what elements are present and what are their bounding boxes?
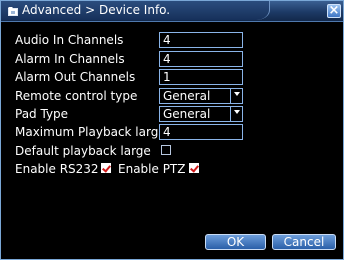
select-divider	[230, 107, 231, 121]
title-bar: Advanced > Device Info. ×	[1, 1, 343, 22]
alarm-in-field[interactable]: 4	[159, 51, 243, 67]
enable-ptz-label: Enable PTZ	[118, 162, 186, 176]
close-button[interactable]: ×	[327, 3, 341, 18]
ok-button[interactable]: OK	[205, 234, 266, 250]
device-info-dialog: Advanced > Device Info. × Audio In Chann…	[0, 0, 344, 260]
max-playback-field[interactable]: 4	[159, 124, 243, 140]
default-playback-checkbox[interactable]	[161, 145, 171, 155]
default-playback-label: Default playback large	[15, 144, 151, 158]
select-divider	[230, 89, 231, 103]
remote-control-select[interactable]: General	[159, 88, 243, 104]
pad-type-label: Pad Type	[15, 107, 69, 121]
pad-type-value: General	[163, 107, 211, 121]
chevron-down-icon	[234, 110, 240, 114]
enable-rs232-label: Enable RS232	[15, 162, 99, 176]
pad-type-select[interactable]: General	[159, 106, 243, 122]
title-tab: Advanced > Device Info.	[1, 1, 270, 20]
audio-in-field[interactable]: 4	[159, 32, 243, 48]
alarm-out-field[interactable]: 1	[159, 69, 243, 85]
enable-ptz-checkbox[interactable]	[189, 163, 199, 173]
dialog-title: Advanced > Device Info.	[22, 3, 171, 17]
remote-control-label: Remote control type	[15, 89, 138, 103]
alarm-in-label: Alarm In Channels	[15, 52, 125, 66]
max-playback-label: Maximum Playback large	[15, 125, 166, 139]
folder-icon	[8, 7, 18, 16]
chevron-down-icon	[234, 92, 240, 96]
audio-in-label: Audio In Channels	[15, 33, 124, 47]
remote-control-value: General	[163, 89, 211, 103]
cancel-button[interactable]: Cancel	[272, 234, 336, 250]
alarm-out-label: Alarm Out Channels	[15, 70, 136, 84]
close-icon: ×	[328, 3, 340, 18]
enable-rs232-checkbox[interactable]	[101, 163, 111, 173]
